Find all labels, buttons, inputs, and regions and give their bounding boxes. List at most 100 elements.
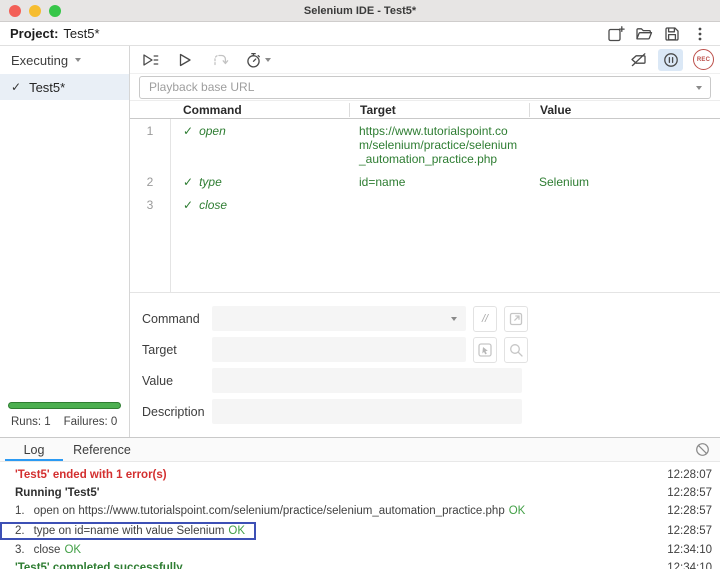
project-label: Project: [10,26,59,41]
kebab-menu-icon[interactable] [690,24,710,44]
log-entry-highlight-box: 2. type on id=name with value Selenium OK [0,521,257,540]
log-panel: Log Reference 'Test5' ended with 1 error… [0,437,720,569]
log-message-text: open on https://www.tutorialspoint.com/s… [33,505,505,517]
run-current-test-button[interactable] [175,50,195,70]
open-project-icon[interactable] [634,24,654,44]
new-project-icon[interactable] [606,24,626,44]
test-editor: REC Command Target Value 1 ✓ [130,46,720,437]
run-summary: Runs: 1 Failures: 0 [0,402,129,437]
window-title: Selenium IDE - Test5* [303,4,417,17]
log-message: 'Test5' ended with 1 error(s) [15,469,167,481]
log-entries: 'Test5' ended with 1 error(s) 12:28:07 R… [0,462,720,569]
table-row[interactable]: 1 ✓ open https://www.tutorialspoint.com/… [130,119,720,170]
log-timestamp: 12:34:10 [667,562,712,569]
command-value [529,198,720,212]
comment-slashes: // [481,312,489,325]
log-ok-status: OK [508,505,526,517]
log-timestamp: 12:34:10 [667,544,712,556]
log-message: type on id=name with value Selenium OK [34,525,245,537]
command-value [529,124,720,166]
tab-reference-label: Reference [73,442,131,457]
log-entry: Running 'Test5' 12:28:57 [0,484,720,502]
command-field-label: Command [142,311,200,326]
failures-count: Failures: 0 [63,416,118,428]
table-row[interactable]: 2 ✓ type id=name Selenium [130,170,720,193]
command-target [349,198,529,212]
test-speed-control[interactable] [245,51,271,69]
command-select[interactable] [212,306,466,331]
main-area: Executing ✓ Test5* Runs: 1 Failures: 0 R… [0,46,720,437]
row-number-divider [170,119,171,292]
commands-table-header: Command Target Value [130,101,720,119]
description-input[interactable] [212,399,522,424]
log-step-number: 1. [15,505,25,517]
row-number: 3 [146,198,154,212]
log-timestamp: 12:28:57 [667,524,712,537]
tests-view-dropdown[interactable]: Executing [0,46,129,74]
command-name: close [199,198,228,212]
minimize-window-button[interactable] [29,5,41,17]
stopwatch-icon [247,52,260,68]
test-name: Test5* [29,79,66,95]
log-entry: 'Test5' ended with 1 error(s) 12:28:07 [0,466,720,484]
playback-base-url-input[interactable] [139,75,711,99]
row-number: 1 [146,124,154,138]
command-edit-form: Command // Target Value Description [130,292,720,437]
pause-on-exceptions-button[interactable] [658,48,683,71]
comment-toggle-button[interactable]: // [473,305,497,332]
log-step-number: 2. [15,524,25,537]
step-passed-check-icon: ✓ [183,198,194,212]
clear-log-icon[interactable] [695,442,710,457]
project-bar: Project: Test5* [0,22,720,46]
tab-log[interactable]: Log [0,438,68,461]
traffic-lights [9,5,61,17]
window-titlebar: Selenium IDE - Test5* [0,0,720,22]
column-header-value: Value [529,102,720,117]
step-passed-check-icon: ✓ [183,175,194,189]
log-message: 'Test5' completed successfully [15,562,183,569]
command-target: id=name [359,175,406,189]
commands-table: Command Target Value 1 ✓ open https://ww… [130,101,720,292]
log-timestamp: 12:28:57 [667,487,712,499]
step-passed-check-icon: ✓ [183,124,194,138]
tab-log-label: Log [23,442,45,457]
column-header-target: Target [349,102,529,117]
log-step-number: 3. [15,544,25,556]
value-input[interactable] [212,368,522,393]
log-message-text: close [33,544,61,556]
table-row[interactable]: 3 ✓ close [130,193,720,216]
chevron-down-icon[interactable] [696,85,702,90]
log-message: Running 'Test5' [15,487,100,499]
run-all-tests-button[interactable] [140,50,160,70]
value-field-label: Value [142,373,174,388]
close-window-button[interactable] [9,5,21,17]
log-ok-status: OK [64,544,82,556]
chevron-down-icon [75,58,82,62]
save-project-icon[interactable] [662,24,682,44]
log-entry: 3. close OK 12:34:10 [0,541,720,559]
log-ok-status: OK [228,524,246,537]
log-message-text: type on id=name with value Selenium [33,524,225,537]
record-button-label: REC [696,56,711,63]
target-input[interactable] [212,337,466,362]
record-button[interactable]: REC [693,49,714,70]
open-new-window-button[interactable] [504,305,528,332]
log-entry: 2. type on id=name with value Selenium OK… [0,520,720,541]
tab-reference[interactable]: Reference [68,438,136,461]
playback-toolbar: REC [130,46,720,74]
step-over-button[interactable] [210,50,230,70]
disable-breakpoints-button[interactable] [628,50,648,70]
log-tabbar: Log Reference [0,438,720,462]
tests-sidebar: Executing ✓ Test5* Runs: 1 Failures: 0 [0,46,130,437]
log-message: open on https://www.tutorialspoint.com/s… [34,505,526,517]
search-target-button[interactable] [504,336,528,363]
command-target: https://www.tutorialspoint.com/selenium/… [359,124,518,166]
row-number: 2 [146,175,154,189]
sidebar-item-test5[interactable]: ✓ Test5* [0,74,129,100]
test-passed-check-icon: ✓ [11,80,22,94]
maximize-window-button[interactable] [49,5,61,17]
log-entry: 1. open on https://www.tutorialspoint.co… [0,502,720,520]
select-target-button[interactable] [473,336,497,363]
description-field-label: Description [142,404,205,419]
test-progress-bar [8,402,121,409]
